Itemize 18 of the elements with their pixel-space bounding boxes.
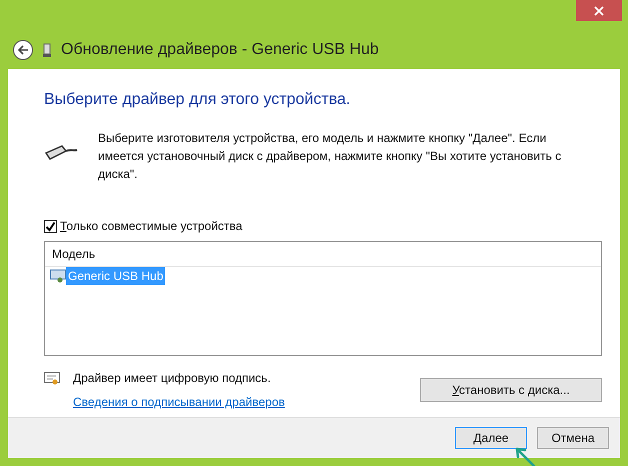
- have-disk-button[interactable]: Установить с диска...: [420, 378, 602, 402]
- dialog-button[interactable]: Отмена: [537, 427, 609, 449]
- window-title: Обновление драйверов - Generic USB Hub: [61, 40, 379, 60]
- back-button[interactable]: [13, 40, 33, 60]
- back-arrow-icon: [18, 45, 28, 55]
- usb-device-icon: [43, 43, 51, 57]
- checkbox[interactable]: [44, 220, 57, 232]
- instruction-text: Выберите изготовителя устройства, его модель и нажмите кнопку "Далее". Если имеется установочный диск с драйвером, нажмите кнопку "Вы хотите установить с диска".: [98, 130, 562, 183]
- certificate-icon: [50, 269, 66, 283]
- certificate-icon: [44, 372, 60, 386]
- signature-status: Драйвер имеет цифровую подпись.: [73, 370, 272, 387]
- close-icon: [594, 6, 604, 16]
- usb-plug-icon: [44, 143, 78, 163]
- dialog-heading: Выберите драйвер для этого устройства.: [44, 90, 352, 110]
- dialog-button[interactable]: Далее: [455, 427, 527, 449]
- close-button[interactable]: [576, 0, 622, 21]
- signing-info-link[interactable]: Сведения о подписывании драйверов: [73, 393, 285, 411]
- checkbox-label: Только совместимые устройства: [60, 218, 242, 235]
